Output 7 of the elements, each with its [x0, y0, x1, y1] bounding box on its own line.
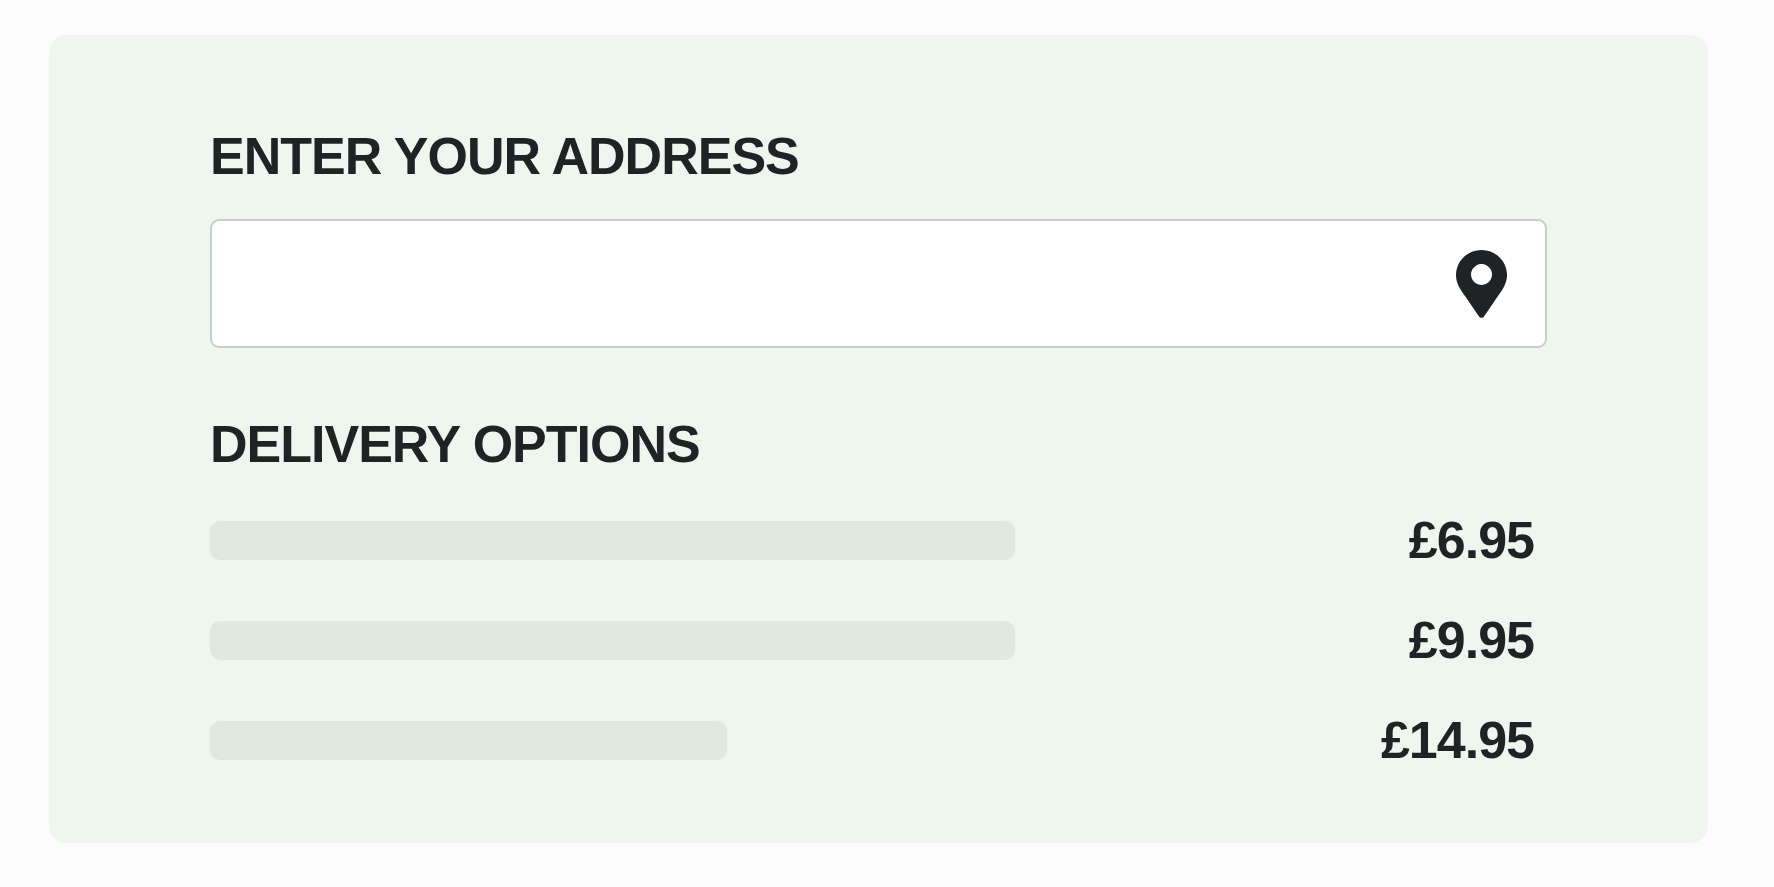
- section-heading: ENTER YOUR ADDRESS: [210, 130, 799, 182]
- price: £6.95: [1408, 514, 1534, 566]
- section-heading: DELIVERY OPTIONS: [210, 418, 700, 470]
- price: £9.95: [1408, 614, 1534, 666]
- map-pin-icon: [1456, 249, 1507, 318]
- price: £14.95: [1380, 714, 1534, 766]
- address-field[interactable]: [210, 219, 1547, 348]
